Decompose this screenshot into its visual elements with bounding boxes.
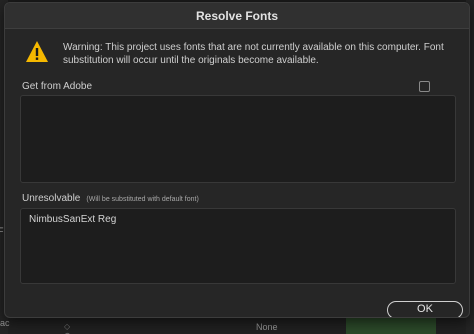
background-text-fragment: None	[256, 322, 278, 332]
dialog-title: Resolve Fonts	[5, 3, 469, 29]
unresolvable-header: Unresolvable (Will be substituted with de…	[22, 193, 199, 204]
app-background: Fu ac None ◇ ⊕ Resolve Fonts Warning: Th…	[0, 0, 474, 334]
ok-button[interactable]: OK	[387, 301, 463, 317]
adobe-fonts-list[interactable]	[20, 95, 456, 183]
background-handle-icon: ◇ ⊕	[64, 322, 71, 334]
unresolvable-note: (Will be substituted with default font)	[86, 196, 199, 203]
get-from-adobe-checkbox[interactable]	[419, 81, 430, 92]
background-green-clip	[346, 316, 436, 334]
warning-icon	[26, 41, 48, 62]
unresolvable-label: Unresolvable	[22, 193, 81, 204]
warning-text: Warning: This project uses fonts that ar…	[63, 42, 444, 66]
resolve-fonts-dialog: Resolve Fonts Warning: This project uses…	[4, 2, 470, 318]
list-item[interactable]: NimbusSanExt Reg	[29, 214, 116, 225]
background-text-fragment: ac	[0, 318, 10, 328]
get-from-adobe-label: Get from Adobe	[22, 81, 93, 92]
unresolvable-fonts-list[interactable]: NimbusSanExt Reg	[20, 208, 456, 284]
warning-message: Warning: This project uses fonts that ar…	[25, 40, 455, 70]
